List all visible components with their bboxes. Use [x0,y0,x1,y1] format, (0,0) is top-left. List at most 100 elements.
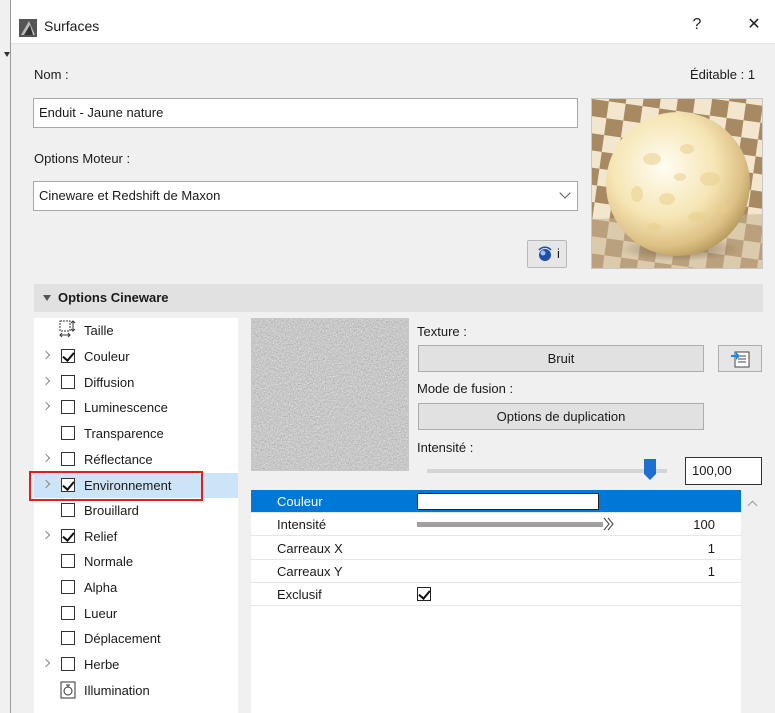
channel-label: Alpha [84,580,118,595]
channel-checkbox[interactable] [61,349,75,363]
channel-item-herbe[interactable]: Herbe [34,652,238,677]
channel-item-lueur[interactable]: Lueur [34,601,238,626]
channel-list: Taille Couleur Diffusion Luminescence Transp… [34,318,238,713]
channel-checkbox[interactable] [61,606,75,620]
grid-scrollbar[interactable] [741,490,763,713]
window-title: Surfaces [44,18,100,34]
info-label: i [557,246,560,261]
close-button[interactable]: ✕ [737,10,771,40]
window-menu-marker-icon [4,52,10,57]
material-name-input[interactable]: Enduit - Jaune nature [33,98,578,128]
channel-item-relief[interactable]: Relief [34,524,238,549]
property-value[interactable]: 100 [693,517,715,532]
engine-select-value: Cineware et Redshift de Maxon [39,188,221,203]
exclusive-checkbox[interactable] [417,587,431,602]
property-row[interactable]: Carreaux Y 1 [251,560,741,583]
highlight-box [29,471,203,501]
property-key: Intensité [277,517,327,533]
texture-label: Texture : [417,324,467,339]
intensity-bar[interactable] [417,522,603,528]
material-preview [591,98,763,269]
property-row[interactable]: Carreaux X 1 [251,537,741,560]
channel-checkbox[interactable] [61,426,75,440]
property-key: Exclusif [277,587,322,603]
section-title: Options Cineware [58,290,169,305]
color-swatch[interactable] [417,493,599,510]
channel-checkbox[interactable] [61,375,75,389]
cinema4d-icon [538,246,552,261]
channel-checkbox[interactable] [61,400,75,414]
channel-checkbox[interactable] [61,452,75,466]
channel-label: Diffusion [84,375,135,390]
engine-select[interactable]: Cineware et Redshift de Maxon [33,181,578,211]
texture-file-icon [731,351,750,368]
archicad-app-icon [19,19,37,37]
blend-mode-button[interactable]: Options de duplication [418,403,704,430]
channel-item-taille[interactable]: Taille [34,318,238,343]
expand-chevron-icon[interactable] [41,658,51,668]
channel-checkbox[interactable] [61,503,75,517]
blend-mode-label: Mode de fusion : [417,381,514,396]
texture-button[interactable]: Bruit [418,345,704,372]
channel-checkbox[interactable] [61,529,75,543]
property-value[interactable]: 1 [708,541,715,556]
intensity-slider-thumb[interactable] [643,459,657,481]
channel-item-couleur[interactable]: Couleur [34,344,238,369]
property-key: Couleur [277,494,323,509]
intensity-slider[interactable] [427,469,667,473]
channel-label: Transparence [84,426,164,441]
channel-item-luminescence[interactable]: Luminescence [34,395,238,420]
engine-options-label: Options Moteur : [34,151,131,166]
texture-preview [251,318,409,471]
bar-handle-icon[interactable] [603,516,615,532]
channel-checkbox[interactable] [61,631,75,645]
channel-checkbox[interactable] [61,657,75,671]
channel-label: Normale [84,554,134,569]
channel-label: Illumination [84,683,150,698]
channel-label: Lueur [84,606,118,621]
channel-item-illumination[interactable]: Illumination [34,678,238,703]
illumination-icon [60,681,76,699]
channel-item-diffusion[interactable]: Diffusion [34,370,238,395]
title-bar [11,0,775,44]
property-row[interactable]: Intensité 100 [251,513,741,537]
property-key: Carreaux Y [277,563,343,579]
channel-label: Taille [84,323,114,338]
channel-item-réflectance[interactable]: Réflectance [34,447,238,472]
chevron-down-icon [559,187,571,199]
channel-item-transparence[interactable]: Transparence [34,421,238,446]
channel-item-alpha[interactable]: Alpha [34,575,238,600]
property-row[interactable]: Couleur [251,490,741,513]
property-grid: Couleur Intensité 100 Carreaux X 1 Carreaux Y… [251,490,741,713]
channel-item-normale[interactable]: Normale [34,549,238,574]
property-row[interactable]: Exclusif [251,583,741,607]
channel-item-déplacement[interactable]: Déplacement [34,626,238,651]
name-label: Nom : [34,67,69,82]
help-button[interactable]: ? [680,10,714,40]
intensity-input[interactable]: 100,00 [685,457,762,485]
expand-chevron-icon[interactable] [41,453,51,463]
expand-chevron-icon[interactable] [41,530,51,540]
size-icon [59,320,77,338]
scroll-up-icon[interactable] [747,500,758,511]
expand-chevron-icon[interactable] [41,350,51,360]
editable-count: Éditable : 1 [690,67,756,82]
channel-item-brouillard[interactable]: Brouillard [34,498,238,523]
cineware-options-header[interactable]: Options Cineware [34,284,763,312]
cinema4d-info-button[interactable]: i [527,240,567,268]
intensity-label: Intensité : [417,440,474,455]
channel-label: Luminescence [84,400,168,415]
load-texture-button[interactable] [718,345,762,372]
channel-label: Herbe [84,657,120,672]
property-key: Carreaux X [277,540,343,556]
channel-label: Relief [84,529,118,544]
property-value[interactable]: 1 [708,564,715,579]
channel-label: Déplacement [84,631,161,646]
expand-chevron-icon[interactable] [41,376,51,386]
collapse-triangle-icon [43,295,51,301]
channel-label: Couleur [84,349,130,364]
channel-checkbox[interactable] [61,554,75,568]
expand-chevron-icon[interactable] [41,401,51,411]
channel-label: Réflectance [84,452,153,467]
channel-checkbox[interactable] [61,580,75,594]
